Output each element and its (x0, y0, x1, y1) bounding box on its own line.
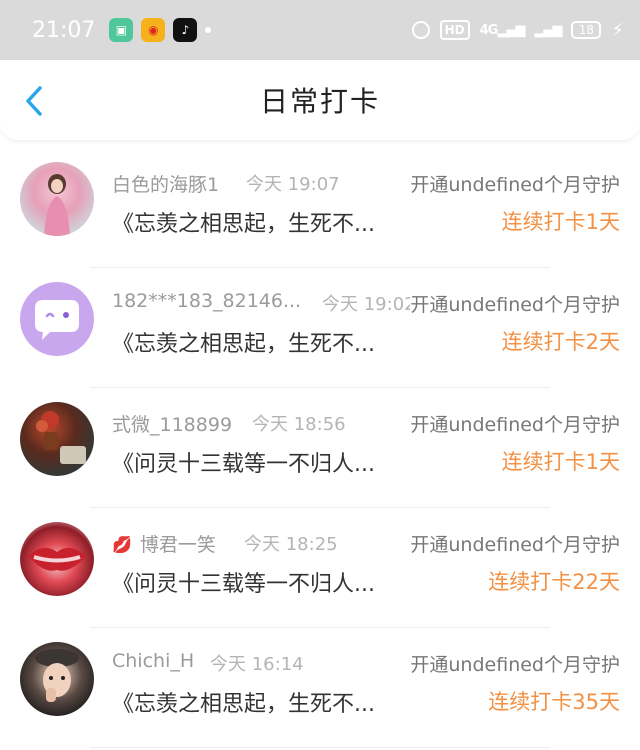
user-name[interactable]: Chichi_H (112, 650, 194, 672)
back-button[interactable] (22, 84, 50, 118)
status-time: 21:07 (32, 17, 96, 43)
alarm-icon (411, 21, 430, 39)
list-item[interactable]: 💋 博君一笑 今天 18:25 开通undefined个月守护 《问灵十三载等一不… (0, 508, 640, 628)
checkin-content[interactable]: 《忘羡之相思起，生死不... (112, 206, 375, 238)
chat-bubble-avatar-icon (35, 300, 79, 340)
user-name[interactable]: 白色的海豚1 (112, 170, 219, 197)
checkin-content[interactable]: 《忘羡之相思起，生死不... (112, 326, 375, 358)
checkin-content[interactable]: 《问灵十三载等一不归人... (112, 566, 375, 598)
checkin-time: 今天 18:25 (244, 534, 338, 555)
avatar[interactable] (20, 282, 94, 356)
avatar[interactable] (20, 402, 94, 476)
guard-status: 开通undefined个月守护 (410, 170, 620, 197)
status-indicators: HD 4G▂▄▆ ▂▄▆ 18 ⚡ (411, 19, 624, 41)
lips-emoji-icon: 💋 (112, 535, 132, 554)
streak-count: 连续打卡1天 (501, 450, 620, 474)
checkin-content[interactable]: 《问灵十三载等一不归人... (112, 446, 375, 478)
avatar-photo-icon (36, 411, 86, 464)
battery-icon: 18 (571, 21, 602, 39)
page-title: 日常打卡 (259, 85, 380, 118)
guard-status: 开通undefined个月守护 (410, 650, 620, 677)
list-item[interactable]: 182***183_82146... 今天 19:02 开通undefined个… (0, 268, 640, 388)
guard-status: 开通undefined个月守护 (410, 530, 620, 557)
hd-icon: HD (439, 20, 470, 40)
tiktok-icon: ♪ (173, 18, 198, 42)
divider (90, 747, 550, 748)
user-name-text: 博君一笑 (139, 534, 216, 556)
app-notification-icon: ▣ (109, 18, 134, 42)
nav-bar: 日常打卡 (0, 60, 640, 140)
notification-icons: ▣ ◉ ♪ (109, 18, 212, 42)
streak-count: 连续打卡1天 (501, 210, 620, 234)
checkin-time: 今天 19:02 (322, 294, 416, 315)
weibo-icon: ◉ (141, 18, 166, 42)
status-bar: 21:07 ▣ ◉ ♪ HD 4G▂▄▆ ▂▄▆ 18 ⚡ (0, 0, 640, 60)
charging-icon: ⚡ (611, 19, 624, 41)
signal-4g-icon: 4G▂▄▆ (479, 22, 526, 38)
checkin-time: 今天 19:07 (246, 174, 340, 195)
avatar[interactable] (20, 642, 94, 716)
avatar-photo-icon (35, 649, 79, 702)
avatar[interactable] (20, 162, 94, 236)
streak-count: 连续打卡35天 (488, 690, 620, 714)
streak-count: 连续打卡2天 (501, 330, 620, 354)
checkin-time: 今天 16:14 (210, 654, 304, 675)
more-notifications-dot-icon (205, 27, 212, 33)
avatar[interactable] (20, 522, 94, 596)
guard-status: 开通undefined个月守护 (410, 290, 620, 317)
network-label: 4G (479, 22, 499, 38)
list-item[interactable]: Chichi_H 今天 16:14 开通undefined个月守护 《忘羡之相思… (0, 628, 640, 748)
list-item[interactable]: 白色的海豚1 今天 19:07 开通undefined个月守护 《忘羡之相思起，… (0, 148, 640, 268)
user-name[interactable]: 182***183_82146... (112, 290, 301, 312)
user-name[interactable]: 💋 博君一笑 (112, 530, 216, 557)
guard-status: 开通undefined个月守护 (410, 410, 620, 437)
avatar-photo-icon (44, 174, 70, 236)
list-item[interactable]: 式微_118899 今天 18:56 开通undefined个月守护 《问灵十三… (0, 388, 640, 508)
user-name[interactable]: 式微_118899 (112, 410, 232, 437)
checkin-list: 白色的海豚1 今天 19:07 开通undefined个月守护 《忘羡之相思起，… (0, 148, 640, 748)
checkin-content[interactable]: 《忘羡之相思起，生死不... (112, 686, 375, 718)
checkin-time: 今天 18:56 (252, 414, 346, 435)
streak-count: 连续打卡22天 (488, 570, 620, 594)
signal-sim2-icon: ▂▄▆ (534, 22, 562, 38)
lips-avatar-icon (28, 547, 86, 571)
